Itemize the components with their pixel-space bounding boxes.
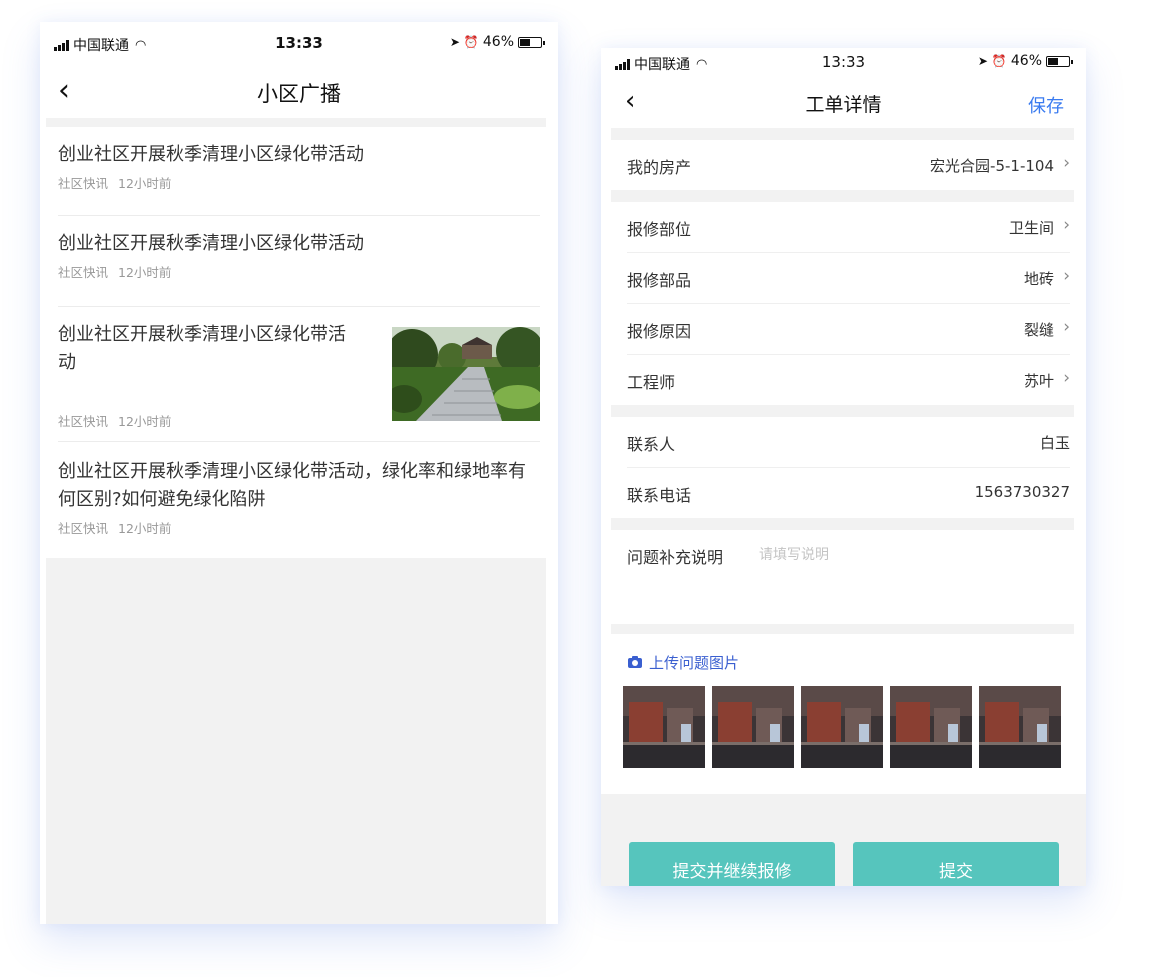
alarm-icon: ⏰ xyxy=(991,54,1007,68)
battery-percent: 46% xyxy=(482,34,514,50)
location-icon: ➤ xyxy=(449,35,460,49)
action-area: 提交并继续报修 提交 xyxy=(601,794,1086,886)
repair-photo-image xyxy=(890,686,972,768)
page-title: 工单详情 xyxy=(805,94,882,116)
contact-section: 联系人 白玉 联系电话 1563730327 xyxy=(601,417,1086,518)
page-title: 小区广播 xyxy=(257,82,341,106)
submit-and-continue-button[interactable]: 提交并继续报修 xyxy=(629,842,835,886)
row-label: 报修部位 xyxy=(627,220,692,239)
repair-photo-image xyxy=(712,686,794,768)
row-label: 工程师 xyxy=(627,373,676,392)
news-item[interactable]: 创业社区开展秋季清理小区绿化带活动 社区快讯 12小时前 xyxy=(58,216,540,307)
upload-section: 上传问题图片 xyxy=(601,634,1086,784)
location-icon: ➤ xyxy=(977,54,988,68)
repair-photo-thumbnail[interactable] xyxy=(979,686,1061,768)
photo-thumbnails xyxy=(601,674,1086,784)
row-value: 卫生间 xyxy=(1008,219,1054,237)
remark-input[interactable] xyxy=(757,540,1070,570)
property-section: 我的房产 宏光合园-5-1-104 › xyxy=(601,140,1086,190)
news-item[interactable]: 创业社区开展秋季清理小区绿化带活动，绿化率和绿地率有何区别?如何避免绿化陷阱 社… xyxy=(58,442,540,557)
nav-bar: ‹ 工单详情 保存 xyxy=(601,78,1086,128)
repair-photo-image xyxy=(979,686,1061,768)
chevron-right-icon: › xyxy=(1063,266,1070,286)
row-label: 报修原因 xyxy=(627,322,692,341)
news-source: 社区快讯 xyxy=(58,265,109,280)
save-button[interactable]: 保存 xyxy=(1028,92,1064,118)
battery-percent: 46% xyxy=(1010,53,1042,69)
divider xyxy=(611,518,1074,530)
remark-label: 问题补充说明 xyxy=(627,548,724,567)
row-label: 我的房产 xyxy=(627,158,692,177)
news-list: 创业社区开展秋季清理小区绿化带活动 社区快讯 12小时前 创业社区开展秋季清理小区… xyxy=(40,127,558,557)
chevron-right-icon: › xyxy=(1063,317,1070,337)
divider xyxy=(46,118,546,127)
row-value: 宏光合园-5-1-104 xyxy=(930,157,1054,175)
battery-icon xyxy=(518,36,545,48)
news-thumbnail-garden-path xyxy=(392,327,540,421)
camera-icon xyxy=(628,656,642,668)
battery-icon xyxy=(1046,55,1073,67)
repair-photo-thumbnail[interactable] xyxy=(623,686,705,768)
repair-reason-row[interactable]: 报修原因 裂缝 › xyxy=(627,304,1070,355)
news-title: 创业社区开展秋季清理小区绿化带活动 xyxy=(58,233,364,254)
news-time: 12小时前 xyxy=(118,265,172,280)
row-value: 裂缝 xyxy=(1023,321,1054,339)
upload-label: 上传问题图片 xyxy=(649,653,740,672)
row-value: 苏叶 xyxy=(1023,372,1054,390)
contact-phone-row[interactable]: 联系电话 1563730327 xyxy=(627,468,1070,518)
news-time: 12小时前 xyxy=(118,176,172,191)
row-value: 1563730327 xyxy=(974,483,1070,501)
chevron-right-icon: › xyxy=(1063,215,1070,235)
repair-location-row[interactable]: 报修部位 卫生间 › xyxy=(627,202,1070,253)
row-label: 报修部品 xyxy=(627,271,692,290)
repair-section: 报修部位 卫生间 › 报修部品 地砖 › 报修原因 裂缝 › 工程师 苏叶 › xyxy=(601,202,1086,405)
repair-photo-thumbnail[interactable] xyxy=(890,686,972,768)
divider xyxy=(611,405,1074,417)
submit-button[interactable]: 提交 xyxy=(853,842,1059,886)
garden-image xyxy=(392,327,540,421)
news-item[interactable]: 创业社区开展秋季清理小区绿化带活动 社区快讯 12小时前 xyxy=(58,307,540,442)
upload-photo-button[interactable]: 上传问题图片 xyxy=(601,634,1086,674)
property-row[interactable]: 我的房产 宏光合园-5-1-104 › xyxy=(627,140,1070,190)
row-value: 地砖 xyxy=(1023,270,1054,288)
news-time: 12小时前 xyxy=(118,414,172,429)
chevron-right-icon: › xyxy=(1063,153,1070,173)
chevron-right-icon: › xyxy=(1063,368,1070,388)
alarm-icon: ⏰ xyxy=(463,35,479,49)
news-time: 12小时前 xyxy=(118,521,172,536)
repair-photo-thumbnail[interactable] xyxy=(801,686,883,768)
remark-section: 问题补充说明 xyxy=(601,530,1086,624)
row-label: 联系电话 xyxy=(627,486,692,505)
empty-area xyxy=(46,558,546,924)
repair-photo-image xyxy=(801,686,883,768)
engineer-row[interactable]: 工程师 苏叶 › xyxy=(627,355,1070,405)
contact-name-row[interactable]: 联系人 白玉 xyxy=(627,417,1070,468)
news-item[interactable]: 创业社区开展秋季清理小区绿化带活动 社区快讯 12小时前 xyxy=(58,127,540,216)
news-source: 社区快讯 xyxy=(58,521,109,536)
work-order-detail-screen: 中国联通 ◠ 13:33 ➤ ⏰ 46% ‹ 工单详情 保存 我的房产 宏光合园… xyxy=(601,48,1086,886)
status-bar: 中国联通 ◠ 13:33 ➤ ⏰ 46% xyxy=(601,48,1086,78)
community-broadcast-screen: 中国联通 ◠ 13:33 ➤ ⏰ 46% ‹ 小区广播 创业社区开展秋季清理小区… xyxy=(40,22,558,924)
nav-bar: ‹ 小区广播 xyxy=(40,66,558,118)
news-source: 社区快讯 xyxy=(58,176,109,191)
row-value: 白玉 xyxy=(1039,434,1070,452)
repair-photo-thumbnail[interactable] xyxy=(712,686,794,768)
status-bar: 中国联通 ◠ 13:33 ➤ ⏰ 46% xyxy=(40,22,558,66)
news-source: 社区快讯 xyxy=(58,414,109,429)
repair-part-row[interactable]: 报修部品 地砖 › xyxy=(627,253,1070,304)
divider xyxy=(611,190,1074,202)
news-title: 创业社区开展秋季清理小区绿化带活动 xyxy=(58,324,346,373)
row-label: 联系人 xyxy=(627,435,676,454)
news-title: 创业社区开展秋季清理小区绿化带活动，绿化率和绿地率有何区别?如何避免绿化陷阱 xyxy=(58,461,526,510)
news-title: 创业社区开展秋季清理小区绿化带活动 xyxy=(58,144,364,165)
repair-photo-image xyxy=(623,686,705,768)
divider xyxy=(611,128,1074,140)
divider xyxy=(611,624,1074,634)
